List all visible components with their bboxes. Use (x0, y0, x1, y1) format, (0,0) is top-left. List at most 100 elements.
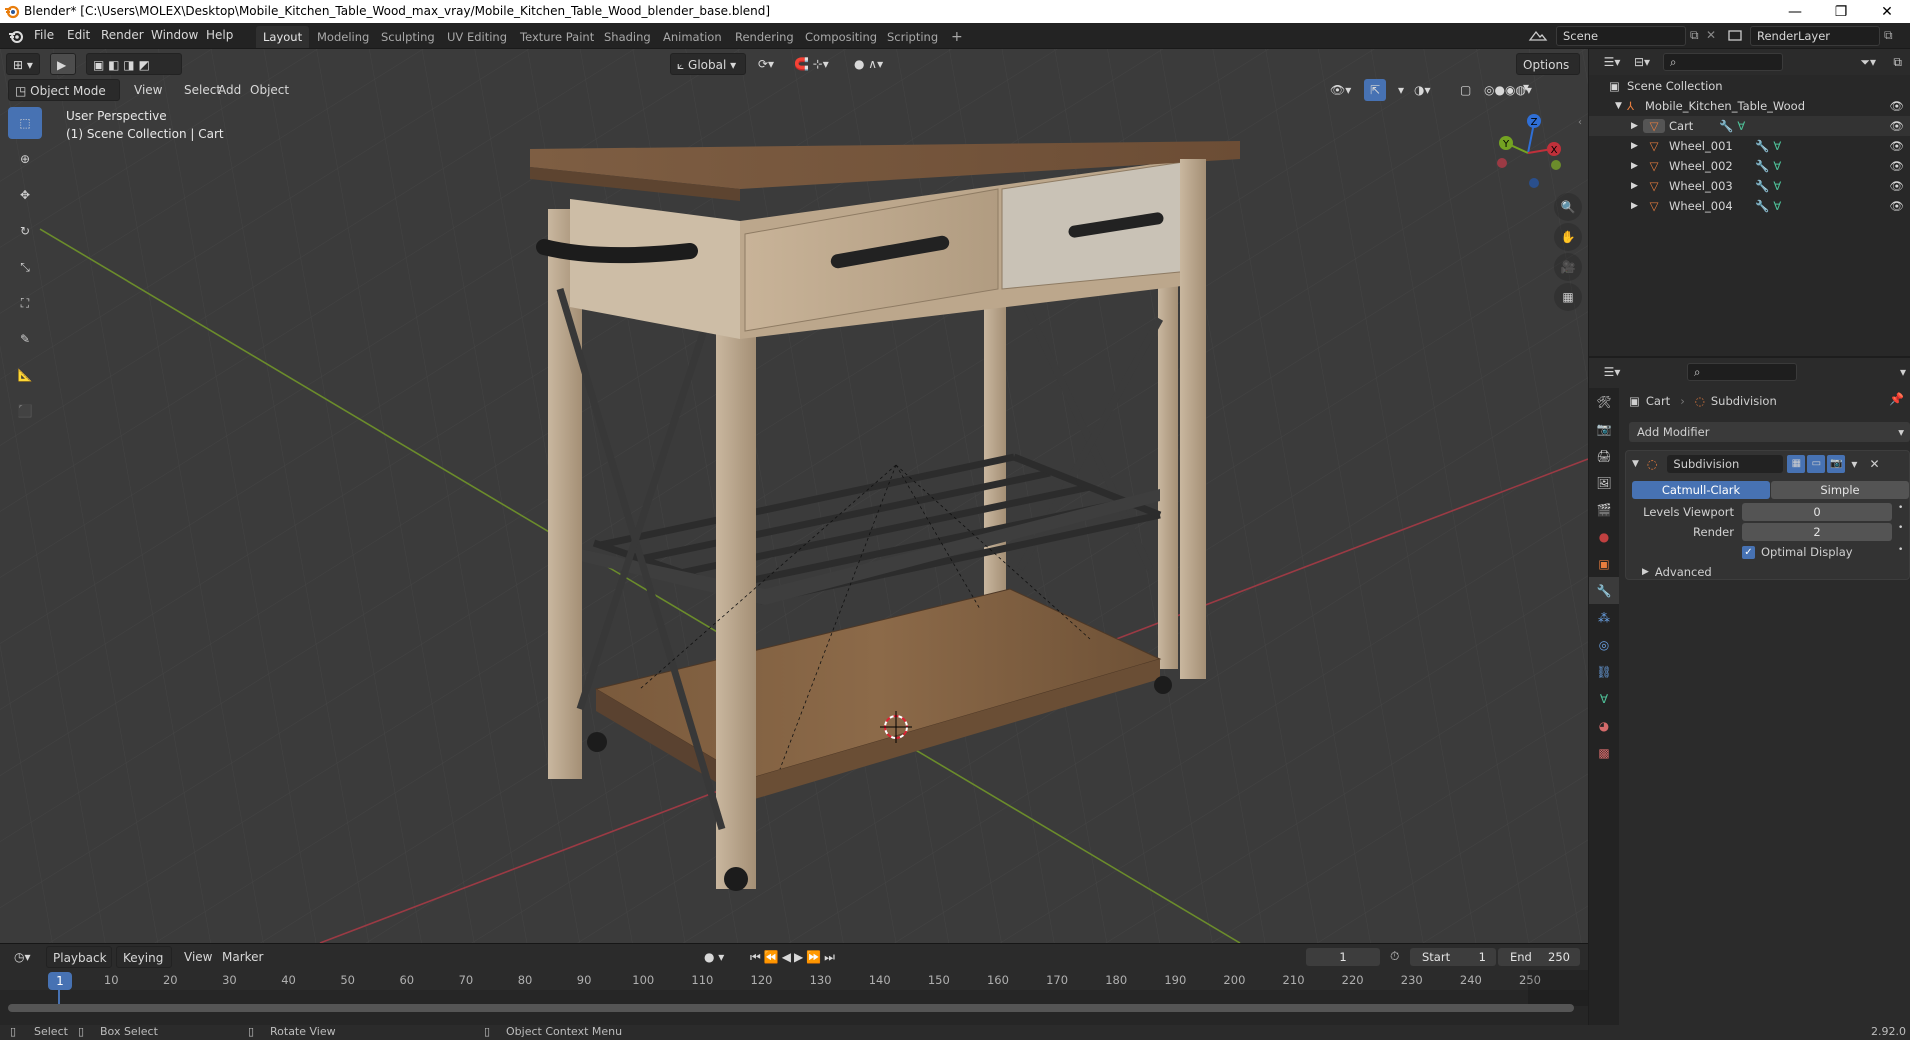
shading-modes-icons[interactable]: ◎●◉◍▾ (1478, 79, 1538, 101)
menu-edit[interactable]: Edit (67, 28, 90, 42)
tool-measure[interactable]: 📐 (8, 359, 42, 391)
keyframe-dot-icon[interactable]: • (1898, 523, 1903, 533)
view-layer-field[interactable]: RenderLayer (1750, 26, 1880, 46)
new-collection-icon[interactable]: ⧉ (1893, 55, 1902, 70)
restore-button[interactable]: ❐ (1818, 0, 1864, 23)
pivot-point-icon[interactable]: ⟳▾ (752, 53, 780, 75)
edit-mode-toggle-icon[interactable]: ▦ (1787, 455, 1806, 473)
playback-controls-icons[interactable]: ⏮⏪◀▶⏩⏭ (744, 946, 844, 968)
outliner-editor-icon[interactable]: ☰▾ (1597, 55, 1627, 69)
data-tab[interactable]: ∀ (1589, 685, 1619, 712)
outliner-row-cart[interactable]: ▶ ▽ Cart 🔧 ∀ 👁 (1589, 116, 1910, 136)
menu-help[interactable]: Help (206, 28, 233, 42)
pan-hand-icon[interactable]: ✋ (1554, 223, 1582, 251)
tab-compositing[interactable]: Compositing (798, 26, 884, 48)
new-scene-icon[interactable]: ⧉ (1690, 28, 1699, 43)
ortho-grid-icon[interactable]: ▦ (1554, 283, 1582, 311)
view-layer-icon[interactable] (1726, 28, 1746, 44)
optimal-display-checkbox[interactable]: ✓ Optimal Display (1742, 545, 1853, 559)
object-mode-dropdown[interactable]: ◳ Object Mode ▾ (8, 79, 120, 120)
properties-options-icon[interactable]: ▾ (1900, 365, 1906, 379)
eye-icon[interactable]: 👁 (1889, 199, 1904, 213)
eye-icon[interactable]: 👁 (1889, 119, 1904, 133)
scene-name-field[interactable]: Scene (1556, 26, 1686, 46)
tab-animation[interactable]: Animation (656, 26, 729, 48)
navigation-gizmo[interactable]: Z Y X (1494, 111, 1564, 191)
remove-scene-icon[interactable]: ✕ (1706, 28, 1716, 42)
add-workspace-button[interactable]: + (944, 26, 970, 48)
modifier-tab[interactable]: 🔧 (1589, 577, 1619, 604)
close-window-button[interactable]: ✕ (1864, 0, 1910, 23)
expand-icon[interactable]: ▶ (1631, 121, 1643, 131)
tool-transform[interactable]: ⛶ (8, 287, 42, 319)
outliner-search-input[interactable]: ⌕ (1663, 53, 1783, 71)
texture-tab[interactable]: ▩ (1589, 739, 1619, 766)
frame-ruler[interactable]: 10 20 30 40 50 60 70 80 90 100 110 120 130 140 150 160 1… (0, 970, 1588, 990)
menu-file[interactable]: File (34, 28, 54, 42)
outliner-row-wheel-001[interactable]: ▶ ▽ Wheel_001 🔧 ∀ 👁 (1589, 136, 1910, 156)
scene-icon[interactable] (1528, 28, 1548, 44)
expand-icon[interactable]: ▶ (1631, 181, 1643, 191)
simple-button[interactable]: Simple (1771, 481, 1909, 499)
add-modifier-dropdown[interactable]: Add Modifier ▾ (1629, 422, 1910, 442)
outliner-row-wheel-003[interactable]: ▶ ▽ Wheel_003 🔧 ∀ 👁 (1589, 176, 1910, 196)
eye-icon[interactable]: 👁 (1889, 139, 1904, 153)
modifier-menu-icon[interactable]: ▾ (1851, 457, 1857, 471)
auto-keying-icon[interactable]: ● ▾ (698, 946, 730, 968)
snap-icon[interactable]: 🧲 ⊹▾ (788, 53, 835, 75)
collection-expand-icon[interactable]: ▼ (1615, 101, 1627, 111)
scene-tab[interactable]: 🎬 (1589, 496, 1619, 523)
editor-type-icon[interactable]: ⊞ ▾ (6, 53, 40, 75)
timeline-editor-icon[interactable]: ◷▾ (8, 946, 37, 968)
collapse-sidebar-icon[interactable]: ‹ (1578, 117, 1582, 128)
blender-menu-icon[interactable] (8, 28, 24, 44)
output-tab[interactable]: 🖨 (1589, 442, 1619, 469)
levels-viewport-field[interactable]: 0 (1742, 503, 1892, 521)
modifier-name-field[interactable]: Subdivision (1667, 455, 1784, 473)
constraints-tab[interactable]: ⛓ (1589, 658, 1619, 685)
expand-icon[interactable]: ▶ (1631, 141, 1643, 151)
keyframe-dot-icon[interactable]: • (1898, 503, 1903, 513)
outliner-row-wheel-002[interactable]: ▶ ▽ Wheel_002 🔧 ∀ 👁 (1589, 156, 1910, 176)
playhead[interactable]: 1 (48, 972, 72, 990)
tool-tab[interactable]: 🛠 (1589, 388, 1619, 415)
tab-layout[interactable]: Layout (256, 26, 310, 48)
render-toggle-icon[interactable]: 📷 (1827, 455, 1846, 473)
tool-annotate[interactable]: ✎ (8, 323, 42, 355)
gizmo-toggle-icon[interactable]: ⇱ (1364, 79, 1387, 101)
select-tool-icon[interactable]: ▶ (50, 53, 76, 75)
properties-search-input[interactable]: ⌕ (1687, 363, 1797, 381)
eye-icon[interactable]: 👁 (1889, 159, 1904, 173)
end-frame-field[interactable]: End 250 (1498, 948, 1580, 966)
tab-scripting[interactable]: Scripting (880, 26, 945, 48)
options-dropdown[interactable]: Options ▾ (1516, 53, 1580, 94)
collapse-icon[interactable]: ▼ (1632, 459, 1639, 469)
3d-viewport[interactable]: ⊞ ▾ ▶ ▣ ◧ ◨ ◩ ◳ Object Mode ▾ View Selec… (0, 49, 1588, 943)
menu-window[interactable]: Window (151, 28, 198, 42)
playback-dropdown[interactable]: Playback ▾ (46, 946, 112, 987)
overlays-icon[interactable]: ◑▾ (1408, 79, 1437, 101)
viewport-menu-object[interactable]: Object (244, 79, 295, 101)
tab-modeling[interactable]: Modeling (310, 26, 376, 48)
tab-sculpting[interactable]: Sculpting (374, 26, 442, 48)
eye-icon[interactable]: 👁 (1889, 179, 1904, 193)
current-frame-field[interactable]: 1 (1306, 948, 1380, 966)
render-tab[interactable]: 📷 (1589, 415, 1619, 442)
timeline-menu-view[interactable]: View (178, 946, 218, 968)
pin-icon[interactable]: 📌 (1889, 392, 1904, 406)
tab-rendering[interactable]: Rendering (728, 26, 801, 48)
camera-view-icon[interactable]: 🎥 (1554, 253, 1582, 281)
tab-texture-paint[interactable]: Texture Paint (513, 26, 601, 48)
physics-tab[interactable]: ◎ (1589, 631, 1619, 658)
remove-modifier-icon[interactable]: ✕ (1869, 457, 1879, 471)
keyframe-dot-icon[interactable]: • (1898, 545, 1903, 555)
expand-icon[interactable]: ▶ (1631, 161, 1643, 171)
tab-uv-editing[interactable]: UV Editing (440, 26, 514, 48)
tool-select-box[interactable]: ⬚ (8, 107, 42, 139)
world-tab[interactable]: ● (1589, 523, 1619, 550)
tool-rotate[interactable]: ↻ (8, 215, 42, 247)
particles-tab[interactable]: ⁂ (1589, 604, 1619, 631)
tool-cursor[interactable]: ⊕ (8, 143, 42, 175)
catmull-clark-button[interactable]: Catmull-Clark (1632, 481, 1770, 499)
viewport-toggle-icon[interactable]: ▭ (1807, 455, 1826, 473)
